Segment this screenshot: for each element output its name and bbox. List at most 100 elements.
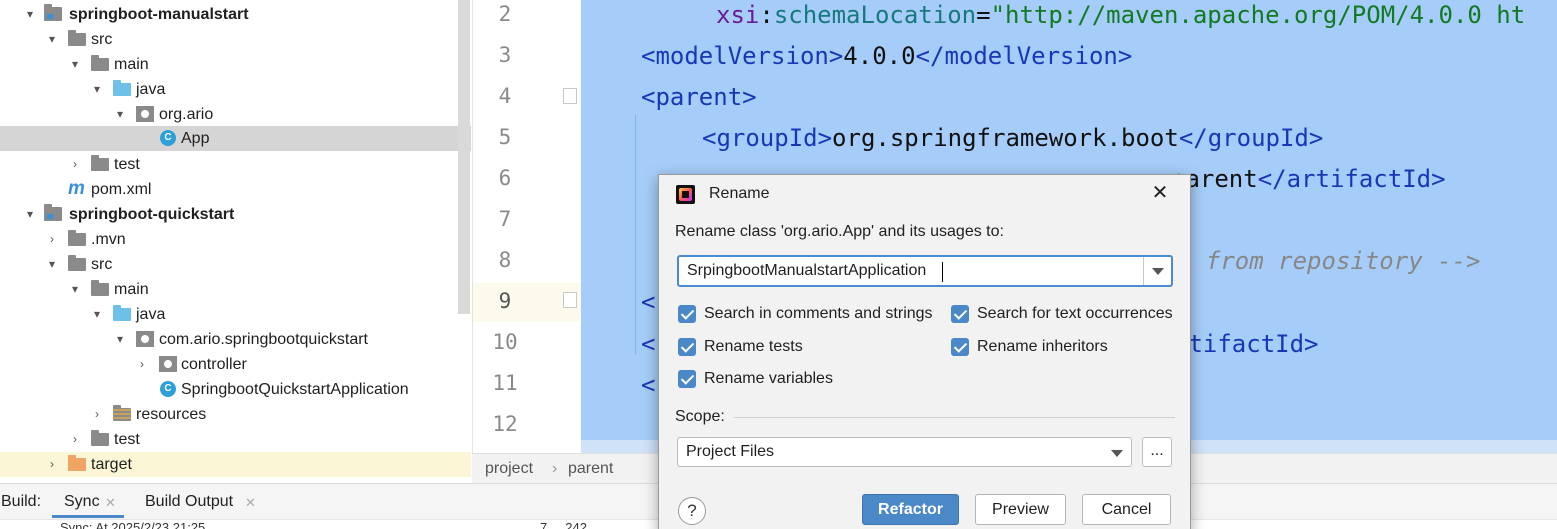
tree-row-label: controller: [181, 356, 247, 373]
chevron-down-icon[interactable]: ▾: [24, 7, 36, 21]
checkbox-checked-icon[interactable]: [678, 338, 696, 356]
folder-icon: [91, 55, 109, 71]
chevron-down-icon[interactable]: ▾: [91, 82, 103, 96]
refactor-button[interactable]: Refactor: [862, 494, 959, 525]
tree-row-springboot-manualstart[interactable]: ▾ springboot-manualstart: [0, 2, 471, 27]
chevron-right-icon[interactable]: ›: [46, 232, 58, 246]
tree-row-java[interactable]: ▾ java: [0, 302, 471, 327]
tree-row-controller[interactable]: › controller: [0, 352, 471, 377]
scope-label: Scope:: [675, 408, 725, 425]
option-rename-inheritors[interactable]: Rename inheritors: [951, 337, 1151, 359]
tree-row-com-ario-springbootquickstart[interactable]: ▾ com.ario.springbootquickstart: [0, 327, 471, 352]
chevron-down-icon: [1152, 268, 1164, 275]
chevron-right-icon[interactable]: ›: [46, 457, 58, 471]
help-icon[interactable]: ?: [678, 497, 706, 525]
checkbox-checked-icon[interactable]: [678, 305, 696, 323]
chevron-right-icon[interactable]: ›: [136, 357, 148, 371]
tree-row-main[interactable]: ▾ main: [0, 52, 471, 77]
xml-tag: <groupId>: [702, 124, 833, 152]
xml-tag: </artifactId>: [1257, 165, 1446, 193]
tree-row-label: springboot-quickstart: [69, 206, 235, 223]
fold-marker-icon[interactable]: [563, 88, 577, 104]
close-icon[interactable]: ✕: [1149, 182, 1171, 204]
tree-row-label: main: [114, 281, 149, 298]
scope-separator: [734, 417, 1175, 418]
source-folder-icon: [113, 305, 131, 321]
line-number: 11: [492, 371, 518, 395]
tree-scrollbar[interactable]: [458, 0, 470, 314]
checkbox-checked-icon[interactable]: [951, 305, 969, 323]
preview-button[interactable]: Preview: [975, 494, 1066, 525]
spring-class-icon: C: [160, 381, 176, 397]
checkbox-checked-icon[interactable]: [951, 338, 969, 356]
option-search-text-occurrences[interactable]: Search for text occurrences: [951, 304, 1181, 326]
resources-folder-icon: [113, 405, 131, 421]
module-folder-icon: [44, 204, 62, 221]
tree-row-label: java: [136, 306, 166, 323]
chevron-down-icon[interactable]: ▾: [46, 257, 58, 271]
cancel-button[interactable]: Cancel: [1082, 494, 1171, 525]
breadcrumb-item-parent[interactable]: parent: [568, 460, 613, 478]
indent-guide: [635, 115, 636, 355]
sync-status-text: Sync: At 2025/2/23 21:25: [60, 520, 206, 529]
tree-row-main[interactable]: ▾ main: [0, 277, 471, 302]
history-dropdown-button[interactable]: [1143, 257, 1171, 285]
scope-value: Project Files: [686, 443, 775, 460]
chevron-down-icon[interactable]: ▾: [114, 107, 126, 121]
option-rename-tests[interactable]: Rename tests: [678, 337, 878, 359]
xml-tag: <modelVersion>: [641, 42, 844, 70]
option-search-comments-strings[interactable]: Search in comments and strings: [678, 304, 938, 326]
chevron-right-icon[interactable]: ›: [91, 407, 103, 421]
scope-browse-button[interactable]: ...: [1142, 437, 1172, 467]
tree-row-test[interactable]: › test: [0, 427, 471, 452]
close-icon[interactable]: ✕: [245, 495, 256, 511]
tree-row-test[interactable]: › test: [0, 152, 471, 177]
chevron-down-icon[interactable]: ▾: [69, 282, 81, 296]
option-label: Search in comments and strings: [704, 305, 933, 322]
tree-row-label: .mvn: [91, 231, 126, 248]
line-number: 4: [498, 84, 512, 108]
chevron-right-icon[interactable]: ›: [69, 432, 81, 446]
code-line-5: <groupId>org.springframework.boot</group…: [702, 124, 1323, 152]
chevron-down-icon[interactable]: ▾: [69, 57, 81, 71]
folder-icon: [68, 30, 86, 46]
chevron-down-icon[interactable]: ▾: [46, 32, 58, 46]
fold-marker-icon[interactable]: [563, 292, 577, 308]
tree-row-mvn[interactable]: › .mvn: [0, 227, 471, 252]
option-rename-variables[interactable]: Rename variables: [678, 369, 878, 391]
chevron-down-icon[interactable]: ▾: [24, 207, 36, 221]
tree-row-pom-xml[interactable]: m pom.xml: [0, 177, 471, 202]
line-number: 3: [498, 43, 512, 67]
close-icon[interactable]: ✕: [105, 495, 116, 511]
tree-row-springbootquickstartapplication[interactable]: C SpringbootQuickstartApplication: [0, 377, 471, 402]
tree-row-label: org.ario: [159, 106, 214, 123]
code-line-11: <: [641, 371, 656, 399]
tab-sync-label[interactable]: Sync: [64, 493, 100, 511]
tree-row-java[interactable]: ▾ java: [0, 77, 471, 102]
checkbox-checked-icon[interactable]: [678, 370, 696, 388]
code-line-10: rtifactId>: [1174, 330, 1319, 358]
tree-row-resources[interactable]: › resources: [0, 402, 471, 427]
tab-build-output-label[interactable]: Build Output: [145, 493, 233, 511]
project-tree: ▾ springboot-manualstart ▾ src ▾ main ▾ …: [0, 0, 471, 482]
xml-tag: </modelVersion>: [915, 42, 1133, 70]
tree-row-app[interactable]: C App: [0, 126, 471, 151]
rename-dialog: Rename ✕ Rename class 'org.ario.App' and…: [658, 174, 1191, 529]
scope-select[interactable]: Project Files: [677, 437, 1132, 467]
tree-row-target[interactable]: › target: [0, 452, 471, 477]
chevron-down-icon[interactable]: ▾: [114, 332, 126, 346]
tree-row-src[interactable]: ▾ src: [0, 27, 471, 52]
tree-row-src[interactable]: ▾ src: [0, 252, 471, 277]
new-name-input[interactable]: SrpingbootManualstartApplication: [677, 255, 1173, 287]
build-label: Build:: [1, 493, 42, 510]
chevron-down-icon[interactable]: ▾: [91, 307, 103, 321]
tree-row-label: SpringbootQuickstartApplication: [181, 381, 409, 398]
line-number: 6: [498, 166, 512, 190]
tree-row-org-ario[interactable]: ▾ org.ario: [0, 102, 471, 127]
xml-text: org.springframework.boot: [832, 124, 1179, 152]
tree-row-label: springboot-manualstart: [69, 6, 249, 23]
xml-attribute: schemaLocation: [773, 1, 977, 29]
tree-row-springboot-quickstart[interactable]: ▾ springboot-quickstart: [0, 202, 471, 227]
chevron-right-icon[interactable]: ›: [69, 157, 81, 171]
breadcrumb-item-project[interactable]: project: [485, 460, 533, 478]
